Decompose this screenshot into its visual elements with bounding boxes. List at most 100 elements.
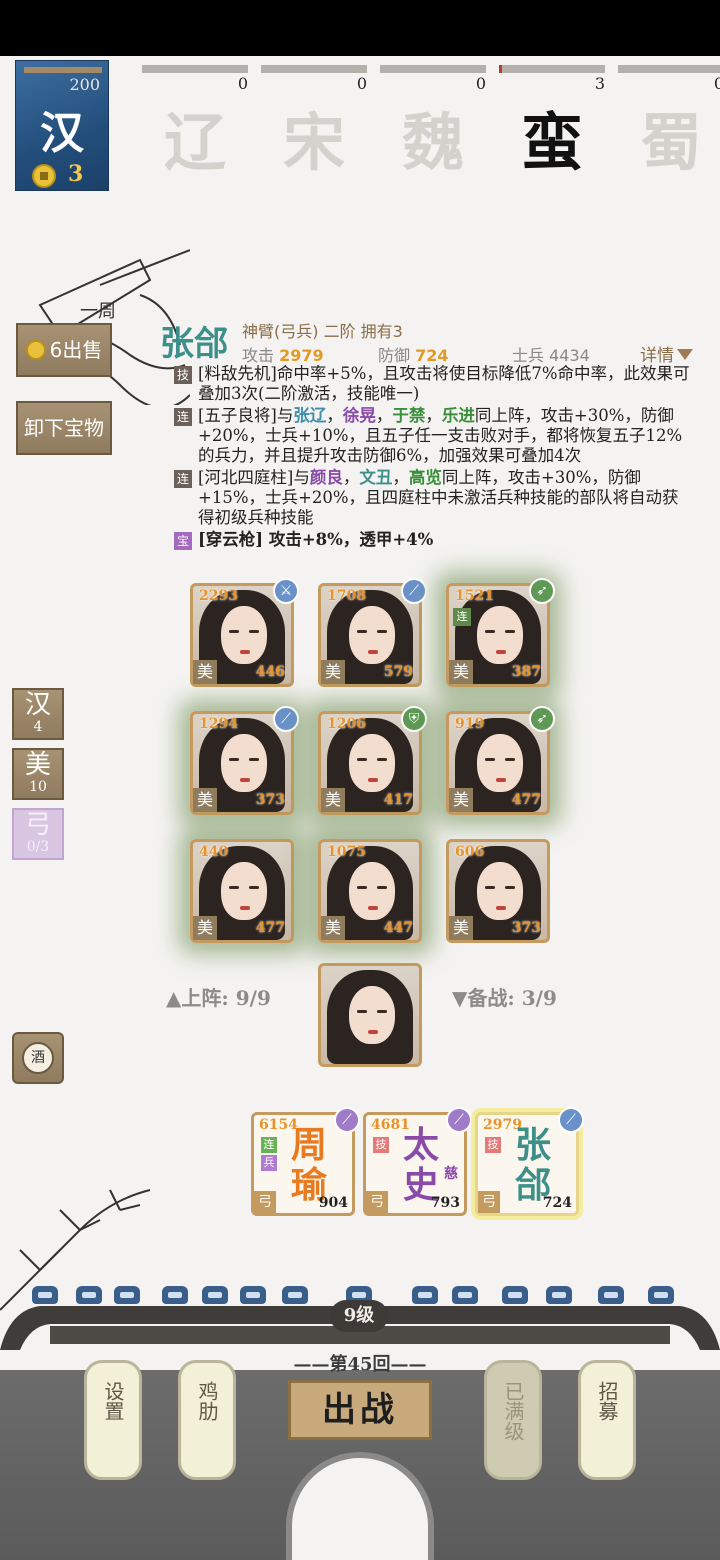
hero-defense: 387 [511, 664, 541, 680]
filter-bow[interactable]: 弓 0/3 [12, 808, 64, 860]
maxed-level-button[interactable]: 已满级 [484, 1360, 542, 1480]
faction-points: 0 [237, 74, 248, 93]
hero-defense: 579 [383, 664, 413, 680]
hero-attack: 440 [199, 844, 229, 860]
settings-button[interactable]: 设置 [84, 1360, 142, 1480]
hero-type-badge: 美 [321, 660, 345, 684]
level-badge: 9级 [330, 1300, 388, 1332]
hero-card[interactable]: 440 477 美 [190, 839, 294, 943]
hero-card[interactable]: 919 477 美 ➶ [446, 706, 555, 815]
faction-points: 3 [594, 74, 605, 93]
hero-card[interactable]: 1206 417 美 ⛨ [318, 706, 427, 815]
bow-icon: ➶ [529, 578, 555, 604]
skill-link-hero: 乐进 [441, 406, 475, 425]
faction-points: 0 [475, 74, 486, 93]
svg-text:一周: 一周 [80, 301, 116, 322]
skill-tag: 宝 [174, 532, 192, 550]
faction-name: 宋 [282, 106, 345, 179]
hero-defense: 373 [255, 792, 285, 808]
wine-icon: 酒 [22, 1042, 54, 1074]
reserve-hero-card[interactable] [318, 963, 422, 1067]
skill-tag: 技 [174, 366, 192, 384]
hero-portrait [321, 966, 419, 1064]
bow-icon: ➶ [529, 706, 555, 732]
sword-icon: ⟋ [273, 706, 299, 732]
skill-item: 技 [料敌先机]命中率+5%，且攻击将使目标降低7%命中率，此效果可叠加3次(二… [174, 364, 694, 404]
hero-attack: 1206 [327, 716, 366, 732]
hero-defense: 477 [255, 920, 285, 936]
status-bar [0, 0, 720, 56]
round-label: ——第45回—— [293, 1354, 427, 1375]
skill-list: 技 [料敌先机]命中率+5%，且攻击将使目标降低7%命中率，此效果可叠加3次(二… [174, 364, 694, 566]
sword-icon: ⟋ [401, 578, 427, 604]
roof-ornament-icon [452, 1286, 478, 1304]
faction-points: 0 [356, 74, 367, 93]
skill-link-hero: 徐晃 [342, 406, 376, 425]
hero-attack: 攻击 2979 [242, 346, 324, 365]
hero-defense: 446 [255, 664, 285, 680]
filter-beauty[interactable]: 美 10 [12, 748, 64, 800]
shield-icon: ⛨ [401, 706, 427, 732]
skill-text: [料敌先机]命中率+5%，且攻击将使目标降低7%命中率，此效果可叠加3次(二阶激… [198, 364, 690, 403]
hero-type-badge: 弓 [366, 1191, 388, 1213]
sell-button[interactable]: 6出售 [16, 323, 112, 377]
hero-type-badge: 美 [321, 788, 345, 812]
skill-tag: 连 [174, 470, 192, 488]
hero-attack: 1294 [199, 716, 238, 732]
hero-soldiers: 士兵 4434 [512, 346, 590, 365]
hero-card[interactable]: 1521 387 美 连 ➶ [446, 578, 555, 687]
hero-tag: 兵 [261, 1155, 277, 1171]
faction-tab[interactable]: 3蛮 [499, 62, 609, 182]
spear-icon: ⚔ [273, 578, 299, 604]
hero-defense: 793 [430, 1195, 460, 1211]
faction-tab[interactable]: 0辽 [142, 62, 252, 182]
roof-ornament-icon [114, 1286, 140, 1304]
hero-card[interactable]: 2293 446 美 ⚔ [190, 578, 299, 687]
faction-tab[interactable]: 0魏 [380, 62, 490, 182]
hero-attack: 2293 [199, 588, 238, 604]
skill-link-hero: 文丑 [359, 468, 393, 487]
hero-tag: 技 [485, 1137, 501, 1153]
chicken-rib-button[interactable]: 鸡肋 [178, 1360, 236, 1480]
skill-tag: 连 [174, 408, 192, 426]
faction-han-card[interactable]: 200 汉 3 [15, 60, 109, 191]
faction-name: 蛮 [520, 106, 583, 179]
hero-card[interactable]: 1075 447 美 [318, 839, 422, 943]
weapon-icon: ⟋ [558, 1107, 584, 1133]
faction-progress-bar [24, 67, 102, 73]
hero-type-badge: 美 [321, 916, 345, 940]
hero-card[interactable]: 1708 579 美 ⟋ [318, 578, 427, 687]
hero-tag: 连 [261, 1137, 277, 1153]
recruit-button[interactable]: 招募 [578, 1360, 636, 1480]
unequip-treasure-button[interactable]: 卸下宝物 [16, 401, 112, 455]
roof-ornament-icon [546, 1286, 572, 1304]
skill-link-hero: 颜良 [309, 468, 343, 487]
skill-link-hero: 高览 [408, 468, 442, 487]
faction-points: 0 [713, 74, 720, 93]
hero-defense: 373 [511, 920, 541, 936]
hero-card[interactable]: 606 373 美 [446, 839, 550, 943]
faction-progress-bar [261, 65, 367, 73]
hero-type-badge: 弓 [478, 1191, 500, 1213]
unequip-label: 卸下宝物 [24, 416, 104, 440]
faction-tab[interactable]: 0蜀 [618, 62, 720, 182]
skill-item: 连 [河北四庭柱]与颜良，文丑，高览同上阵，攻击+30%，防御+15%，士兵+2… [174, 468, 694, 528]
selected-hero-card[interactable]: 2979 张 郃 724 弓技 ⟋ [475, 1107, 584, 1216]
faction-tab[interactable]: 0宋 [261, 62, 371, 182]
detail-button[interactable]: 详情 [640, 341, 693, 366]
selected-hero-card[interactable]: 6154 周 瑜 904 弓连兵 ⟋ [251, 1107, 360, 1216]
faction-name: 辽 [163, 106, 226, 179]
skill-text: [河北四庭柱]与 [198, 468, 310, 487]
skill-item: 连 [五子良将]与张辽，徐晃，于禁，乐进同上阵，攻击+30%，防御+20%，士兵… [174, 406, 694, 466]
hero-defense: 477 [511, 792, 541, 808]
hero-name-extra: 慈 [444, 1166, 458, 1182]
battle-button[interactable]: 出战 [288, 1380, 432, 1440]
roof-ornament-icon [76, 1286, 102, 1304]
weapon-icon: ⟋ [334, 1107, 360, 1133]
filter-han[interactable]: 汉4 [12, 688, 64, 740]
selected-hero-card[interactable]: 4681 太 史 793 弓技慈 ⟋ [363, 1107, 472, 1216]
hero-card[interactable]: 1294 373 美 ⟋ [190, 706, 299, 815]
wine-button[interactable]: 酒 [12, 1032, 64, 1084]
hero-attack: 919 [455, 716, 485, 732]
roof-ornament-icon [32, 1286, 58, 1304]
